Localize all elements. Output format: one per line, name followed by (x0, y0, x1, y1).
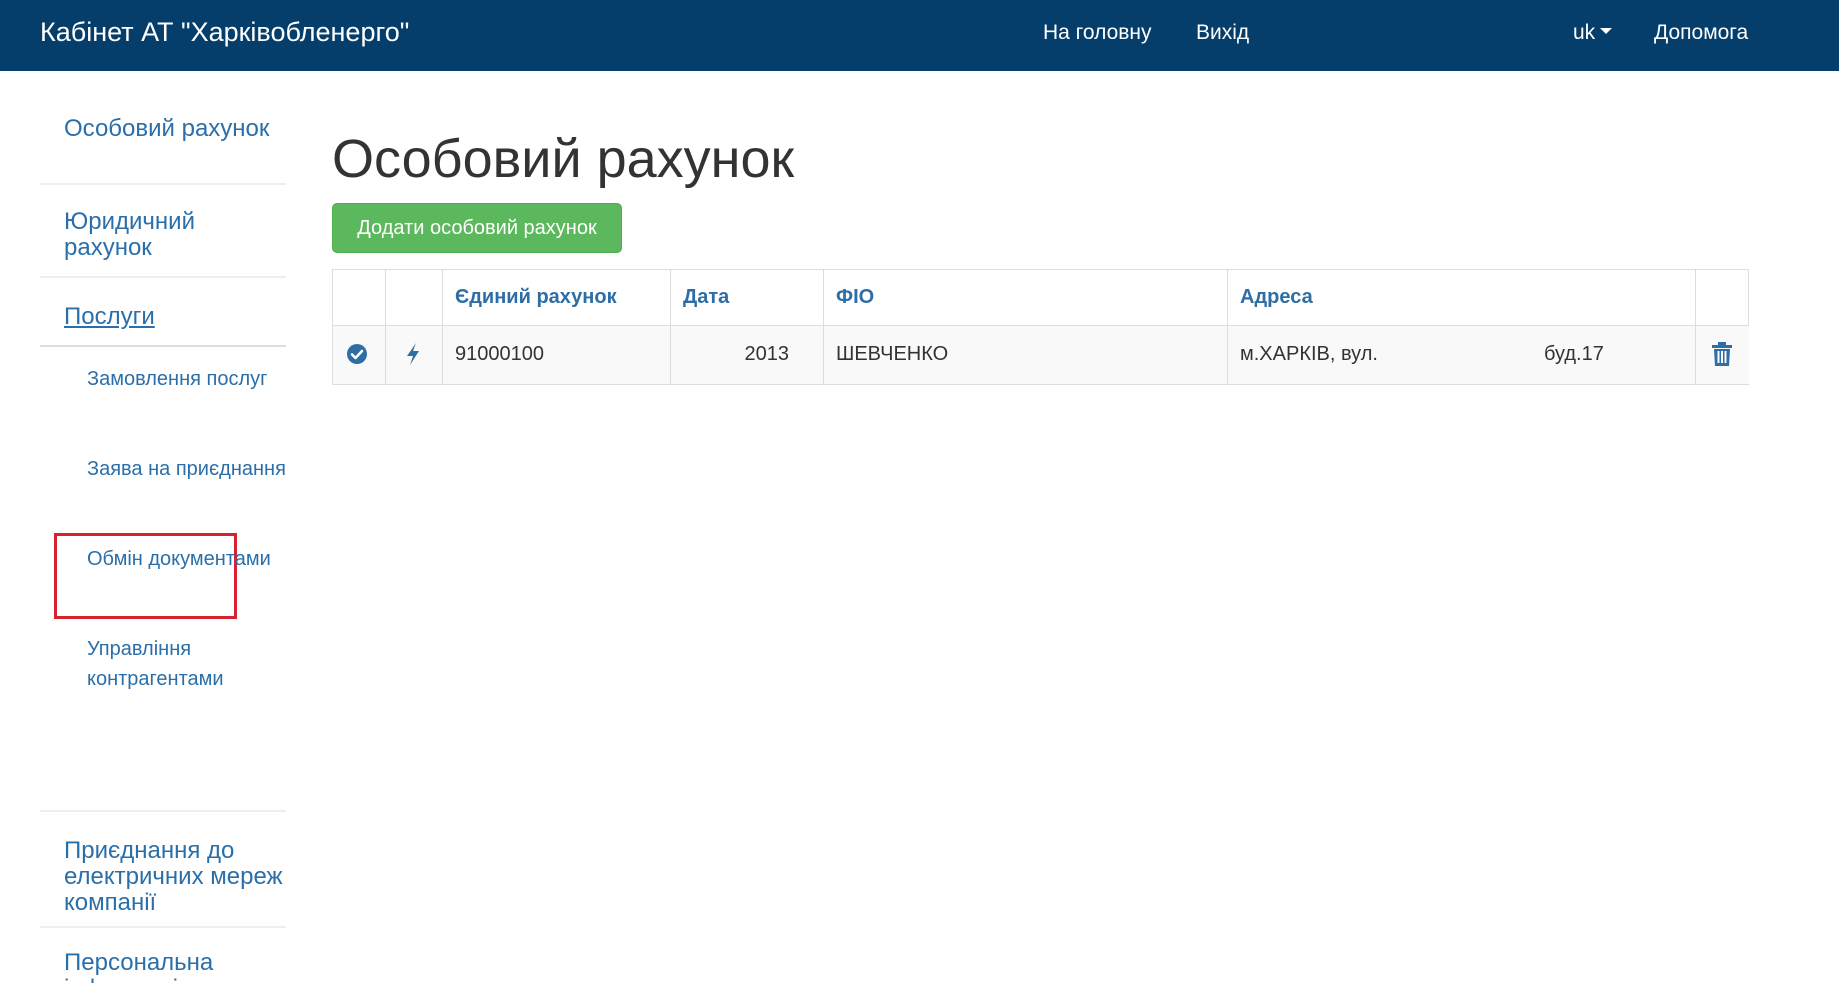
nav-help-link[interactable]: Допомога (1654, 21, 1748, 45)
header-cell-action (386, 270, 443, 325)
submenu-item-document-exchange[interactable]: Обмін документами (87, 544, 271, 574)
page-title: Особовий рахунок (332, 129, 795, 189)
table-row-date-cell: 2013 (671, 326, 824, 384)
submenu-item-counterparty-management[interactable]: Управління контрагентами (87, 634, 286, 694)
header-cell-date[interactable]: Дата (671, 270, 824, 325)
table-row-address-cell: м.ХАРКІВ, вул. буд.17 (1228, 326, 1696, 384)
account-holder-name: ШЕВЧЕНКО (836, 343, 949, 365)
submenu-item-connection-request[interactable]: Заява на приєднання (87, 454, 286, 484)
services-submenu: Замовлення послуг Заява на приєднання Об… (40, 347, 286, 812)
accounts-table: Єдиний рахунок Дата ФІО Адреса 91000100 … (332, 269, 1749, 385)
sidebar-item-grid-connection[interactable]: Приєднання до електричних мереж компанії (40, 812, 286, 928)
nav-home-link[interactable]: На головну (1043, 21, 1152, 45)
submenu-item-order-services[interactable]: Замовлення послуг (87, 364, 267, 394)
header-name-label: ФІО (836, 286, 875, 308)
nav-exit-link[interactable]: Вихід (1196, 21, 1249, 45)
account-number: 91000100 (455, 343, 544, 365)
sidebar-item-legal-account[interactable]: Юридичний рахунок (40, 185, 286, 278)
language-label: uk (1573, 21, 1596, 44)
caret-down-icon (1600, 28, 1613, 35)
table-row-name-cell: ШЕВЧЕНКО (824, 326, 1228, 384)
add-account-button[interactable]: Додати особовий рахунок (332, 203, 622, 253)
header-cell-delete (1696, 270, 1749, 325)
table-row-action-cell (386, 326, 443, 384)
table-row-delete-cell (1696, 326, 1749, 384)
sidebar-item-personal-info[interactable]: Персональна інформація (40, 928, 286, 983)
address-street: м.ХАРКІВ, вул. (1240, 343, 1378, 365)
sidebar: Особовий рахунок Юридичний рахунок Послу… (40, 96, 286, 983)
sidebar-item-personal-account[interactable]: Особовий рахунок (40, 96, 286, 185)
table-row-account-cell: 91000100 (443, 326, 671, 384)
brand-title[interactable]: Кабінет АТ "Харківобленерго" (40, 17, 409, 48)
sidebar-item-services[interactable]: Послуги (40, 278, 286, 347)
address-building: буд.17 (1544, 343, 1604, 365)
table-row-status-cell (333, 326, 386, 384)
lightning-bolt-icon[interactable] (404, 342, 422, 366)
language-dropdown[interactable]: uk (1573, 21, 1613, 45)
header-address-label: Адреса (1240, 286, 1313, 308)
header-cell-name[interactable]: ФІО (824, 270, 1228, 325)
account-date: 2013 (744, 343, 790, 365)
header-cell-status (333, 270, 386, 325)
check-circle-icon[interactable] (346, 343, 368, 365)
header-cell-address[interactable]: Адреса (1228, 270, 1696, 325)
top-navbar: Кабінет АТ "Харківобленерго" На головну … (0, 0, 1839, 71)
header-date-label: Дата (683, 286, 730, 308)
header-cell-account[interactable]: Єдиний рахунок (443, 270, 671, 325)
header-account-label: Єдиний рахунок (455, 286, 617, 308)
trash-icon[interactable] (1711, 341, 1733, 367)
